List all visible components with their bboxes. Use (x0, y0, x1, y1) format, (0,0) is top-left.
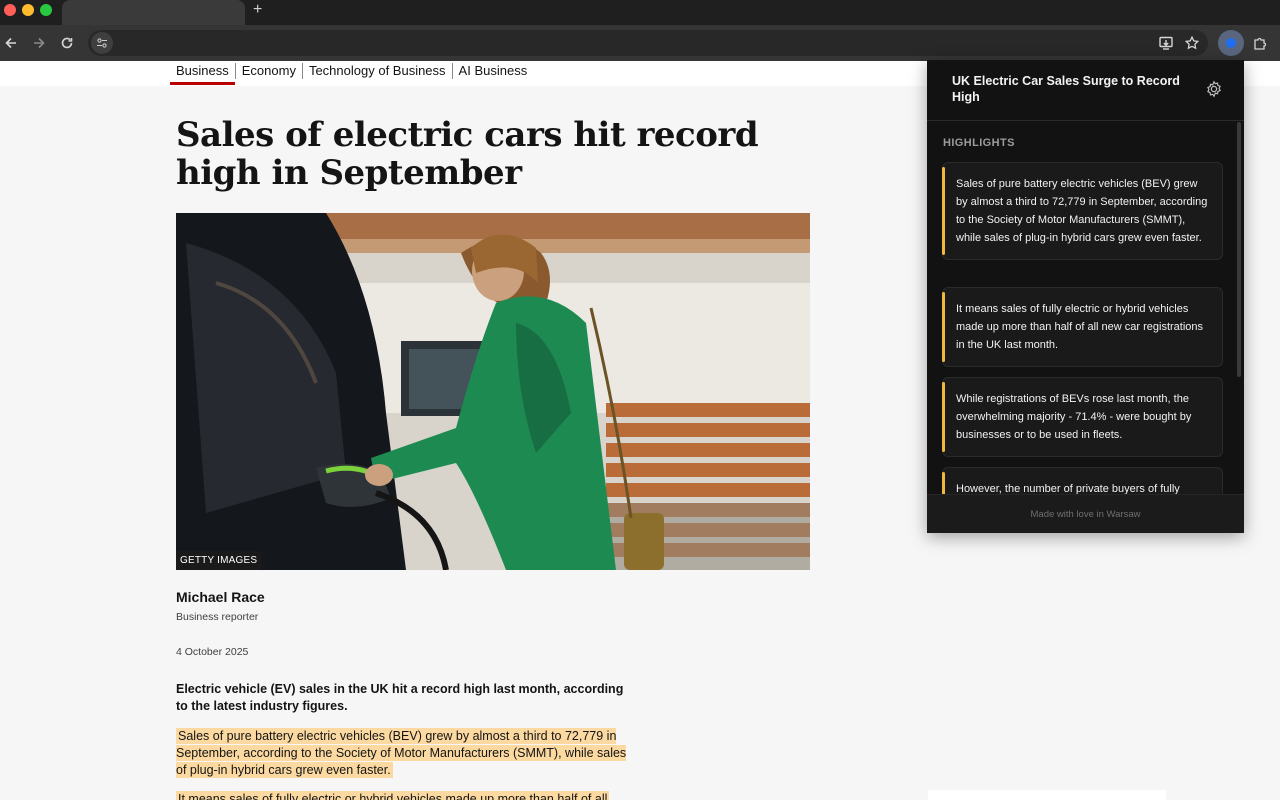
address-bar[interactable] (88, 30, 1208, 56)
popup-header: UK Electric Car Sales Surge to Record Hi… (927, 60, 1244, 121)
author-name[interactable]: Michael Race (176, 589, 265, 605)
install-app-icon[interactable] (1156, 33, 1176, 53)
woman-charging-car-photo (176, 213, 810, 570)
nav-business[interactable]: Business (170, 63, 235, 85)
highlighted-text: It means sales of fully electric or hybr… (176, 791, 610, 800)
highlights-list[interactable]: HIGHLIGHTS Sales of pure battery electri… (927, 122, 1244, 494)
star-icon[interactable] (1182, 33, 1202, 53)
ad-placeholder (928, 790, 1166, 800)
highlighted-text: Sales of pure battery electric vehicles … (176, 728, 627, 778)
hero-image: GETTY IMAGES (176, 213, 810, 570)
popup-title: UK Electric Car Sales Surge to Record Hi… (952, 74, 1180, 104)
highlight-card[interactable]: Sales of pure battery electric vehicles … (942, 162, 1223, 260)
summary-popup: UK Electric Car Sales Surge to Record Hi… (927, 60, 1244, 533)
article-headline: Sales of electric cars hit record high i… (176, 115, 759, 193)
article-paragraph: It means sales of fully electric or hybr… (176, 791, 636, 800)
plus-icon[interactable]: + (253, 1, 262, 19)
arrow-right-icon[interactable] (29, 33, 49, 53)
article-lede: Electric vehicle (EV) sales in the UK hi… (176, 682, 624, 713)
browser-toolbar (0, 25, 1280, 61)
popup-scrollbar[interactable] (1237, 122, 1241, 377)
highlight-card[interactable]: While registrations of BEVs rose last mo… (942, 377, 1223, 457)
nav-economy[interactable]: Economy (234, 63, 302, 79)
active-tab[interactable] (62, 0, 245, 25)
reload-icon[interactable] (57, 33, 77, 53)
tab-strip: + (0, 0, 1280, 25)
close-window-button[interactable] (4, 4, 16, 16)
puzzle-icon[interactable] (1250, 33, 1270, 53)
nav-technology-of-business[interactable]: Technology of Business (301, 63, 452, 79)
arrow-left-icon[interactable] (1, 33, 21, 53)
popup-footer: Made with love in Warsaw (927, 494, 1244, 533)
author-role: Business reporter (176, 611, 259, 623)
nav-ai-business[interactable]: AI Business (451, 63, 534, 79)
minimize-window-button[interactable] (22, 4, 34, 16)
image-credit: GETTY IMAGES (176, 551, 262, 570)
extension-dot-icon[interactable] (1218, 30, 1244, 56)
maximize-window-button[interactable] (40, 4, 52, 16)
gear-icon[interactable] (1205, 80, 1223, 98)
highlights-heading: HIGHLIGHTS (943, 137, 1015, 149)
tune-icon[interactable] (91, 32, 113, 54)
publish-date: 4 October 2025 (176, 646, 249, 658)
highlight-card[interactable]: It means sales of fully electric or hybr… (942, 287, 1223, 367)
article-paragraph: Sales of pure battery electric vehicles … (176, 728, 636, 779)
highlight-card[interactable]: However, the number of private buyers of… (942, 467, 1223, 494)
